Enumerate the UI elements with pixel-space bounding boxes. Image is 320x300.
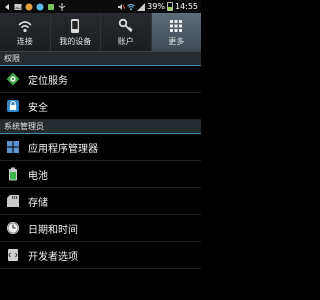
battery-percent: 39% — [147, 2, 165, 11]
wifi-icon — [18, 21, 32, 33]
item-label: 开发者选项 — [28, 251, 78, 263]
list-item-date-and-time[interactable]: 日期和时间 — [0, 215, 201, 242]
tab-connections[interactable]: 连接 — [0, 13, 51, 51]
item-label: 定位服务 — [28, 75, 68, 87]
settings-tab-bar: 连接 我的设备 账户 更多 — [0, 13, 201, 52]
signal-icon — [137, 2, 146, 11]
item-label: 安全 — [28, 102, 48, 114]
tab-accounts[interactable]: 账户 — [101, 13, 152, 51]
list-item-application-manager[interactable]: 应用程序管理器 — [0, 134, 201, 161]
tab-more[interactable]: 更多 — [151, 13, 201, 51]
image-icon — [14, 3, 22, 10]
status-notifications — [0, 2, 66, 11]
tab-label: 我的设备 — [59, 37, 92, 46]
item-label: 日期和时间 — [28, 224, 78, 236]
tab-label: 更多 — [168, 37, 185, 46]
app-grid-icon — [7, 141, 19, 153]
item-label: 存储 — [28, 197, 48, 209]
storage-icon — [7, 195, 19, 207]
section-header-system-manager: 系统管理员 — [0, 120, 201, 134]
mute-icon — [118, 3, 126, 10]
clock: 14:55 — [174, 2, 198, 11]
list-item-developer-options[interactable]: 开发者选项 — [0, 242, 201, 269]
clock-icon — [7, 222, 19, 234]
settings-list: 权限 定位服务 安全 系统管理员 应用程序管理器 电池 存储 日期和时间 开发者… — [0, 52, 201, 269]
notification-icon-2 — [36, 3, 44, 10]
list-item-storage[interactable]: 存储 — [0, 188, 201, 215]
list-item-security[interactable]: 安全 — [0, 93, 201, 120]
notification-icon-3 — [48, 3, 54, 10]
key-icon — [118, 18, 133, 33]
tab-my-device[interactable]: 我的设备 — [51, 13, 101, 51]
wifi-icon — [127, 3, 135, 10]
tab-label: 连接 — [16, 37, 33, 46]
phone-icon — [71, 19, 80, 33]
back-icon — [5, 3, 9, 10]
developer-icon — [8, 249, 18, 261]
notification-icon — [25, 3, 33, 10]
section-header-permissions: 权限 — [0, 52, 201, 66]
item-label: 电池 — [28, 170, 48, 182]
list-item-location-services[interactable]: 定位服务 — [0, 66, 201, 93]
status-bar: 39% 14:55 — [0, 0, 201, 13]
lock-icon — [7, 100, 19, 112]
usb-icon — [58, 2, 66, 11]
status-system: 39% 14:55 — [117, 2, 201, 11]
list-item-battery[interactable]: 电池 — [0, 161, 201, 188]
battery-icon — [9, 167, 17, 181]
grid-icon — [170, 20, 183, 32]
tab-label: 账户 — [117, 37, 134, 46]
battery-icon — [166, 2, 173, 11]
item-label: 应用程序管理器 — [28, 143, 98, 155]
location-icon — [6, 72, 20, 86]
